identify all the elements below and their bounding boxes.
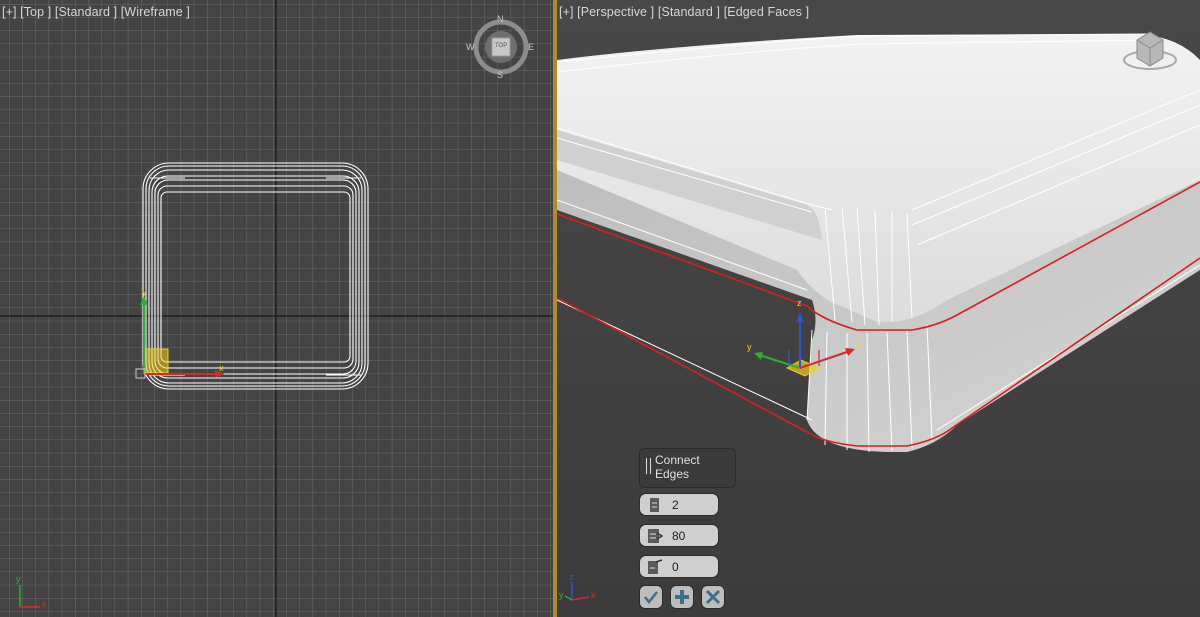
caddy-title-text: Connect Edges	[655, 453, 700, 481]
corner-z-label: z	[569, 572, 574, 582]
connect-edges-icon	[646, 458, 651, 474]
pinch-field[interactable]: 80	[639, 524, 719, 547]
gizmo-z-label: z	[797, 298, 802, 308]
top-viewport-label[interactable]: [+] [Top ] [Standard ] [Wireframe ]	[2, 5, 190, 19]
persp-corner-axis	[564, 582, 590, 601]
viewport-menu-display[interactable]: [Wireframe ]	[121, 5, 190, 19]
viewport-menu-view[interactable]: [Perspective ]	[577, 5, 654, 19]
viewport-menu-shading[interactable]: [Standard ]	[658, 5, 720, 19]
apply-button[interactable]	[670, 585, 694, 609]
viewport-menu-view[interactable]: [Top ]	[20, 5, 51, 19]
pinch-icon	[648, 529, 663, 543]
compass-n: N	[497, 14, 504, 24]
corner-x-label: x	[42, 599, 47, 609]
compass-w: W	[466, 42, 475, 52]
compass-s: S	[497, 70, 504, 80]
viewport-menu-shading[interactable]: [Standard ]	[55, 5, 117, 19]
segments-icon	[650, 498, 659, 512]
pinch-value[interactable]: 80	[672, 529, 685, 543]
viewport-menu-plus[interactable]: [+]	[2, 5, 17, 19]
gizmo-y-label: y	[747, 342, 752, 352]
gizmo-x-label: x	[219, 363, 224, 373]
viewcube-top-face[interactable]: TOP	[495, 43, 507, 49]
corner-x-label: x	[591, 590, 596, 600]
segments-field[interactable]: 2	[639, 493, 719, 516]
slide-icon	[648, 559, 663, 574]
corner-y-label: y	[559, 590, 564, 600]
plus-icon	[675, 590, 689, 604]
gizmo-y-label: y	[142, 287, 147, 297]
viewport-menu-plus[interactable]: [+]	[559, 5, 574, 19]
slide-field[interactable]: 0	[639, 555, 719, 578]
connect-edges-caddy: Connect Edges 2 80 0	[639, 448, 839, 617]
top-grid	[0, 0, 553, 617]
corner-y-label: y	[16, 574, 21, 584]
segments-value[interactable]: 2	[672, 498, 679, 512]
perspective-viewport[interactable]: [+] [Perspective ] [Standard ] [Edged Fa…	[557, 0, 1200, 617]
viewport-menu-display[interactable]: [Edged Faces ]	[724, 5, 809, 19]
ok-button[interactable]	[639, 585, 663, 609]
caddy-title[interactable]: Connect Edges	[639, 448, 736, 488]
compass-e: E	[528, 42, 535, 52]
check-icon	[644, 591, 658, 605]
slide-value[interactable]: 0	[672, 560, 679, 574]
x-icon	[705, 589, 721, 605]
perspective-viewport-label[interactable]: [+] [Perspective ] [Standard ] [Edged Fa…	[559, 5, 809, 19]
gizmo-x-label: x	[857, 340, 862, 350]
top-viewport[interactable]: [+] [Top ] [Standard ] [Wireframe ] N S …	[0, 0, 553, 617]
cancel-button[interactable]	[701, 585, 725, 609]
